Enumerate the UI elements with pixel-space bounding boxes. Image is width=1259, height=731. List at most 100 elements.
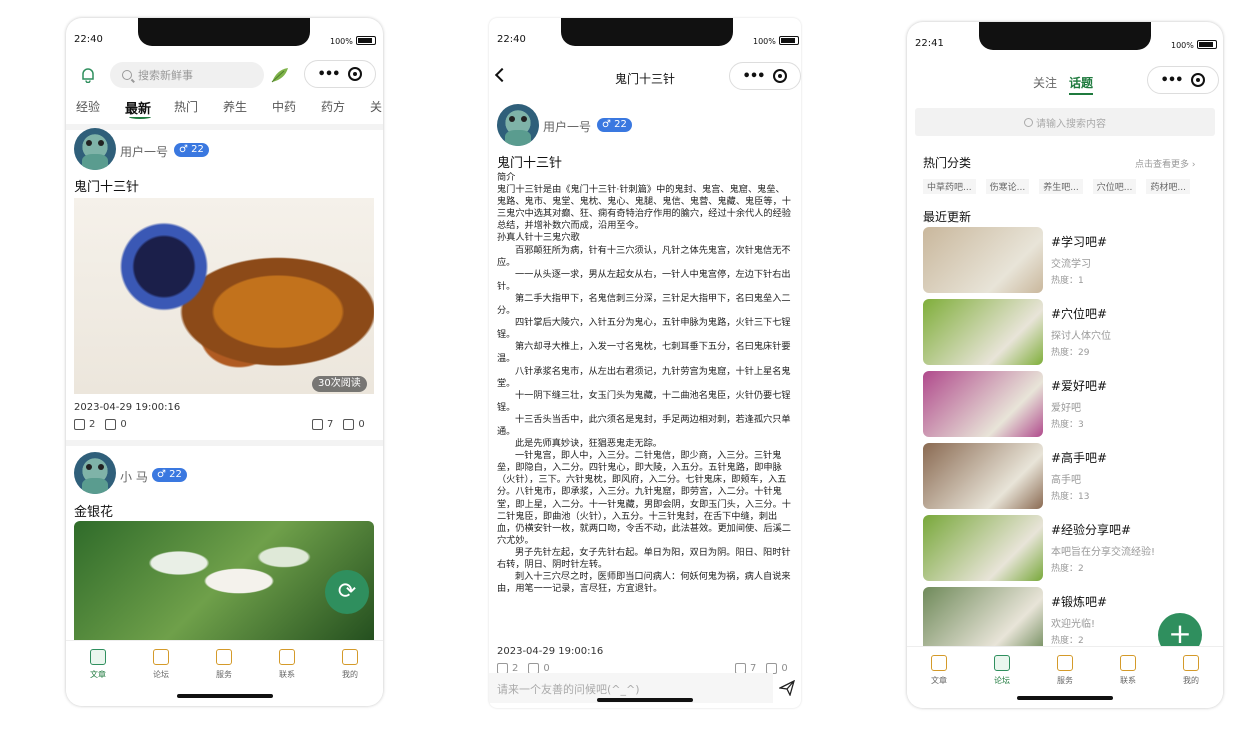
search-input[interactable]: 搜索新鲜事 xyxy=(110,62,264,88)
close-miniapp-icon[interactable] xyxy=(348,67,363,81)
topic-heat: 热度：29 xyxy=(1051,348,1090,358)
author-name[interactable]: 用户一号 xyxy=(543,118,591,135)
tab-contact[interactable]: 联系 xyxy=(1108,655,1148,686)
divider xyxy=(66,124,383,130)
contact-icon xyxy=(279,649,295,665)
article-paragraph: 四针掌后大陵穴，入针五分为鬼心，五针申脉为鬼路，火针三下七锃锃。 xyxy=(497,317,791,341)
article-paragraph: 孙真人针十三鬼穴歌 xyxy=(497,232,580,244)
view-more-link[interactable]: 点击查看更多 › xyxy=(1135,157,1196,170)
category-chip[interactable]: 中草药吧... xyxy=(923,179,976,194)
tab-articles[interactable]: 文章 xyxy=(919,655,959,686)
share-count: 0 xyxy=(358,419,365,430)
status-time: 22:41 xyxy=(915,38,944,49)
topic-thumbnail xyxy=(923,371,1043,437)
more-icon[interactable]: ••• xyxy=(318,67,341,82)
tab-mine[interactable]: 我的 xyxy=(1171,655,1211,686)
topic-heat: 热度：1 xyxy=(1051,276,1084,286)
share-icon[interactable] xyxy=(343,419,355,430)
avatar[interactable] xyxy=(497,104,539,146)
notch xyxy=(561,18,733,46)
tab-forum[interactable]: 论坛 xyxy=(141,649,181,680)
tab-category[interactable]: 热门 xyxy=(174,98,223,117)
tab-category[interactable]: 养生 xyxy=(223,98,272,117)
article-title: 鬼门十三针 xyxy=(497,156,563,171)
notch xyxy=(979,22,1151,50)
send-icon[interactable] xyxy=(779,680,795,696)
topic-thumbnail xyxy=(923,587,1043,653)
close-miniapp-icon[interactable] xyxy=(773,69,788,83)
leaf-icon[interactable] xyxy=(270,66,290,84)
hot-category-chips: 中草药吧... 伤寒论... 养生吧... 穴位吧... 药材吧... xyxy=(923,179,1190,194)
avatar[interactable] xyxy=(74,128,116,170)
tab-label: 我的 xyxy=(342,670,358,679)
refresh-button[interactable]: ⟳ xyxy=(325,570,369,614)
post-title[interactable]: 金银花 xyxy=(74,501,113,520)
view-more-label: 点击查看更多 xyxy=(1135,160,1190,170)
search-placeholder: 请输入搜索内容 xyxy=(1036,118,1106,130)
search-input[interactable]: 请输入搜索内容 xyxy=(915,108,1215,136)
avatar[interactable] xyxy=(74,452,116,494)
category-chip[interactable]: 伤寒论... xyxy=(985,179,1030,194)
tab-service[interactable]: 服务 xyxy=(1045,655,1085,686)
tab-service[interactable]: 服务 xyxy=(204,649,244,680)
menu-capsule[interactable]: ••• xyxy=(1147,66,1219,94)
phone-topics-screen: 22:41 100% 关注 话题 ••• 请输入搜索内容 热门分类 点击查看更多… xyxy=(907,22,1223,708)
tab-label: 我的 xyxy=(1183,676,1199,685)
search-placeholder: 搜索新鲜事 xyxy=(138,69,193,82)
topic-row[interactable]: #学习吧# 交流学习热度：1 xyxy=(923,227,1215,293)
post-username[interactable]: 小 马 xyxy=(120,468,148,485)
topic-description: 探讨人体穴位 xyxy=(1051,331,1111,342)
topic-row[interactable]: #经验分享吧# 本吧旨在分享交流经验! 热度：2 xyxy=(923,515,1215,581)
tab-category[interactable]: 药方 xyxy=(321,98,370,117)
tab-articles[interactable]: 文章 xyxy=(78,649,118,680)
read-count-badge: 30次阅读 xyxy=(312,376,367,392)
topic-name: #爱好吧# xyxy=(1051,379,1108,393)
status-time: 22:40 xyxy=(497,34,526,45)
tab-mine[interactable]: 我的 xyxy=(330,649,370,680)
tab-follow[interactable]: 关注 xyxy=(1033,74,1057,95)
tab-topics[interactable]: 话题 xyxy=(1069,74,1094,95)
tab-label: 文章 xyxy=(931,676,947,685)
post-username[interactable]: 用户一号 xyxy=(120,143,168,160)
topic-name: #穴位吧# xyxy=(1051,307,1108,321)
topic-row[interactable]: #高手吧# 高手吧 热度：13 xyxy=(923,443,1215,509)
more-icon[interactable]: ••• xyxy=(743,69,766,84)
chevron-right-icon: › xyxy=(1191,160,1196,170)
topic-name: #学习吧# xyxy=(1051,235,1108,249)
tab-forum[interactable]: 论坛 xyxy=(982,655,1022,686)
topic-description: 交流学习 xyxy=(1051,259,1091,270)
tab-category[interactable]: 关 xyxy=(370,98,383,117)
post-actions-left: 2 0 xyxy=(74,419,127,430)
topic-row[interactable]: #爱好吧# 爱好吧 热度：3 xyxy=(923,371,1215,437)
article-icon xyxy=(931,655,947,671)
gender-age-badge: ♂ 22 xyxy=(152,468,187,482)
tab-category[interactable]: 中药 xyxy=(272,98,321,117)
user-icon xyxy=(1183,655,1199,671)
top-tabs: 关注 话题 xyxy=(1033,74,1094,95)
post-actions-right: 7 0 xyxy=(312,419,365,430)
post-image[interactable] xyxy=(74,198,374,394)
article-paragraph: 百邪颠狂所为病，针有十三穴须认，凡针之体先鬼宫，次针鬼信无不应。 xyxy=(497,244,791,268)
tab-contact[interactable]: 联系 xyxy=(267,649,307,680)
phone-feed-screen: 22:40 100% 搜索新鲜事 ••• 经验 最新 热门 养生 中药 药方 关… xyxy=(66,18,383,706)
article-paragraph: 鬼门十三针是由《鬼门十三针·针刺篇》中的鬼封、鬼宫、鬼窟、鬼垒、鬼路、鬼市、鬼堂… xyxy=(497,184,791,232)
thumbs-down-icon[interactable] xyxy=(105,419,117,430)
more-icon[interactable]: ••• xyxy=(1161,73,1184,88)
article-paragraph: 简介 xyxy=(497,172,516,183)
tab-label: 论坛 xyxy=(153,670,169,679)
tab-label: 论坛 xyxy=(994,676,1010,685)
category-tabs: 经验 最新 热门 养生 中药 药方 关 xyxy=(76,98,383,117)
thumbs-up-icon[interactable] xyxy=(74,419,85,430)
comment-icon[interactable] xyxy=(312,419,323,430)
menu-capsule[interactable]: ••• xyxy=(729,62,801,90)
close-miniapp-icon[interactable] xyxy=(1191,73,1206,87)
post-title[interactable]: 鬼门十三针 xyxy=(74,176,139,195)
category-chip[interactable]: 药材吧... xyxy=(1146,179,1190,194)
topic-row[interactable]: #穴位吧# 探讨人体穴位 热度：29 xyxy=(923,299,1215,365)
menu-capsule[interactable]: ••• xyxy=(304,60,376,88)
tab-category[interactable]: 经验 xyxy=(76,98,125,117)
category-chip[interactable]: 穴位吧... xyxy=(1092,179,1137,194)
category-chip[interactable]: 养生吧... xyxy=(1039,179,1083,194)
bell-icon[interactable] xyxy=(80,67,96,83)
article-paragraph: 一针鬼宫，即人中，入三分。二针鬼信，即少商，入三分。三针鬼垒，即隐白，入二分。四… xyxy=(497,450,791,546)
